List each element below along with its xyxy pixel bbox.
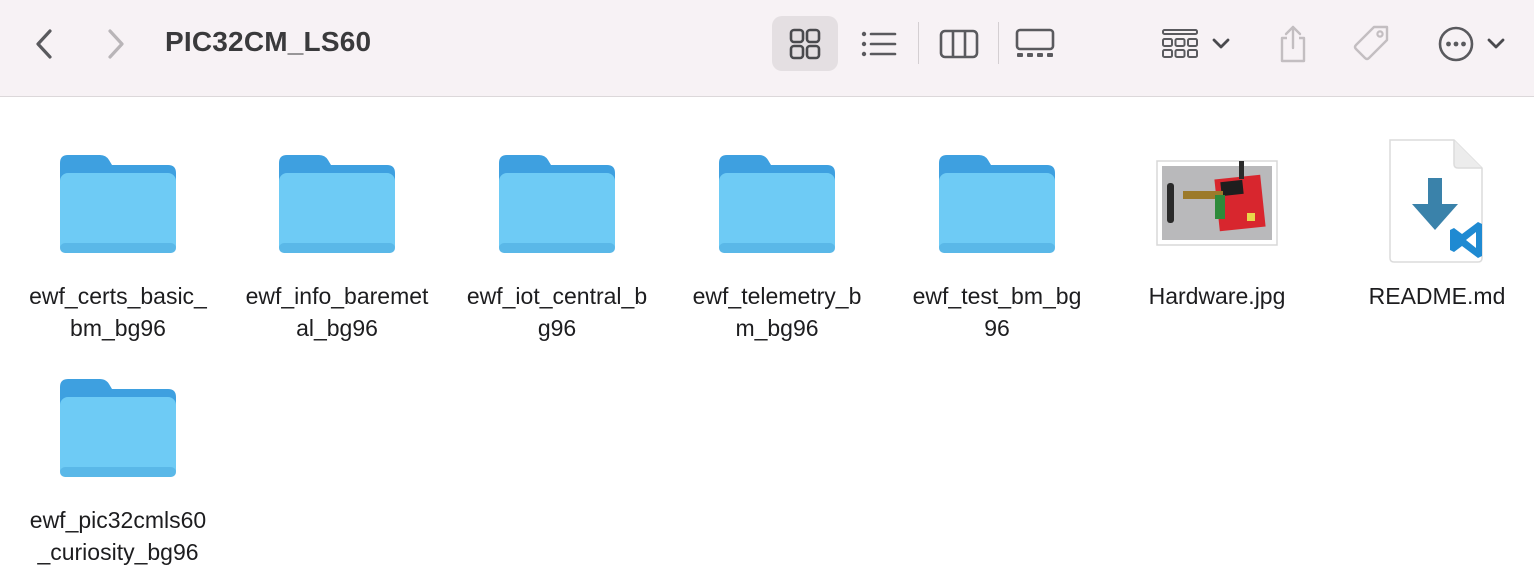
chevron-down-icon [1212, 38, 1230, 48]
tag-button[interactable] [1348, 16, 1396, 71]
file-item-label: ewf_certs_basic_ bm_bg96 [29, 283, 207, 341]
group-by-button[interactable] [1156, 16, 1236, 71]
grid-view-icon [789, 28, 821, 59]
list-view-icon [861, 31, 897, 56]
file-item-folder[interactable]: ewf_telemetry_b m_bg96 [667, 126, 887, 346]
icon-view-button[interactable] [772, 16, 838, 71]
finder-window: PIC32CM_LS60 ewf_certs_basic_ bm_bg96 ew… [0, 0, 1534, 578]
list-view-button[interactable] [852, 16, 906, 71]
back-button[interactable] [26, 24, 62, 64]
file-item-label: ewf_telemetry_b m_bg96 [692, 283, 862, 341]
file-item-folder[interactable]: ewf_certs_basic_ bm_bg96 [8, 126, 228, 346]
folder-icon [60, 155, 176, 253]
file-item-image[interactable]: Hardware.jpg [1107, 126, 1327, 346]
file-item-folder[interactable]: ewf_pic32cmls60 _curiosity_bg96 [8, 350, 228, 570]
forward-button[interactable] [98, 24, 134, 64]
share-button[interactable] [1272, 16, 1314, 71]
chevron-down-icon [1487, 38, 1505, 48]
window-title: PIC32CM_LS60 [165, 26, 372, 57]
folder-icon [279, 155, 395, 253]
tag-icon [1353, 25, 1389, 60]
file-item-label: ewf_iot_central_b g96 [466, 283, 648, 341]
folder-icon [719, 155, 835, 253]
file-item-document[interactable]: README.md [1327, 126, 1534, 346]
column-view-icon [939, 29, 979, 58]
toolbar-separator [998, 22, 999, 64]
file-item-label: ewf_pic32cmls60 _curiosity_bg96 [29, 507, 207, 565]
file-item-folder[interactable]: ewf_iot_central_b g96 [447, 126, 667, 346]
markdown-document-icon [1389, 139, 1483, 263]
folder-icon [60, 379, 176, 477]
gallery-view-icon [1015, 28, 1055, 57]
ellipsis-circle-icon [1438, 26, 1474, 61]
group-by-icon [1162, 28, 1198, 58]
more-actions-button[interactable] [1434, 16, 1510, 71]
gallery-view-button[interactable] [1006, 16, 1064, 71]
toolbar: PIC32CM_LS60 [0, 0, 1534, 97]
chevron-left-icon [36, 29, 52, 59]
column-view-button[interactable] [930, 16, 988, 71]
file-item-label: Hardware.jpg [1148, 283, 1286, 309]
file-item-label: ewf_info_baremet al_bg96 [245, 283, 429, 341]
folder-icon [499, 155, 615, 253]
file-item-label: README.md [1368, 283, 1506, 309]
file-item-label: ewf_test_bm_bg 96 [912, 283, 1082, 341]
file-item-folder[interactable]: ewf_info_baremet al_bg96 [227, 126, 447, 346]
chevron-right-icon [108, 29, 124, 59]
image-thumbnail-icon [1156, 160, 1278, 246]
file-item-folder[interactable]: ewf_test_bm_bg 96 [887, 126, 1107, 346]
share-icon [1280, 25, 1306, 62]
toolbar-separator [918, 22, 919, 64]
folder-icon [939, 155, 1055, 253]
